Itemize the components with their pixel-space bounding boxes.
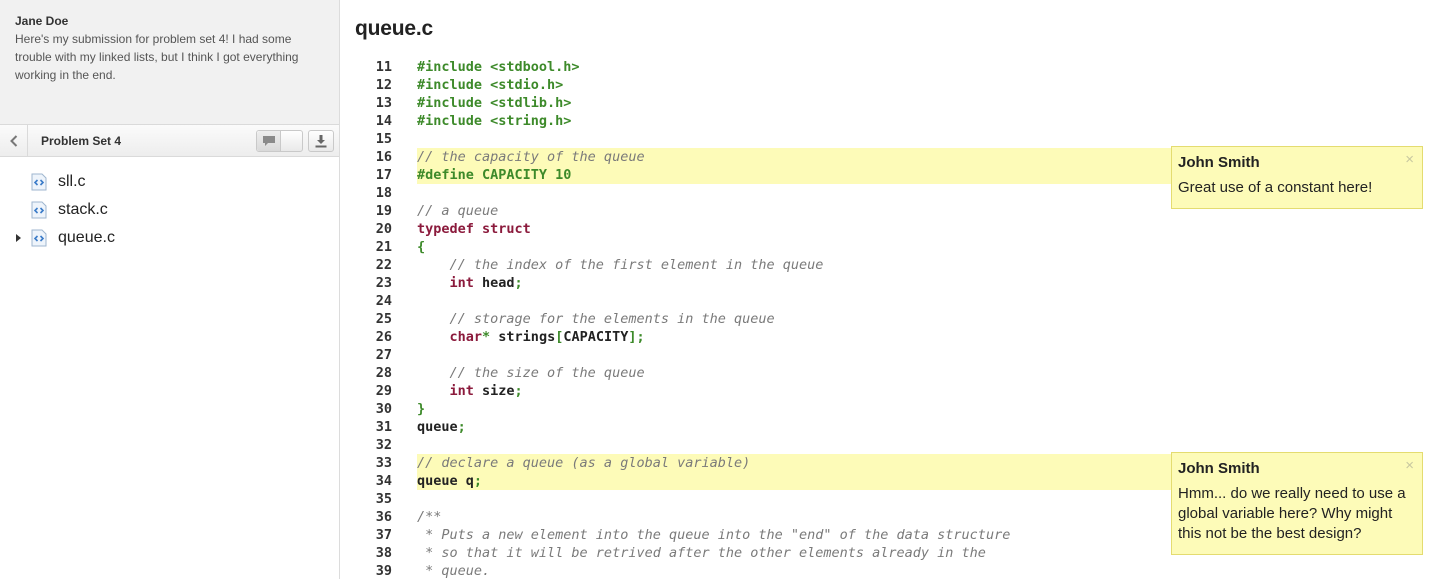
problem-set-toolbar: Problem Set 4: [0, 124, 339, 157]
line-number: 31: [375, 419, 392, 435]
line-number: 26: [375, 329, 392, 345]
code-text: #include <stdio.h>: [417, 77, 564, 93]
code-text: // a queue: [417, 203, 499, 219]
code-text: char* strings[CAPACITY];: [449, 329, 645, 345]
code-text: #define CAPACITY 10: [417, 167, 572, 183]
speech-bubble-icon: [262, 136, 275, 146]
line-number: 17: [375, 167, 392, 183]
close-icon[interactable]: ×: [1405, 457, 1414, 474]
file-name: queue.c: [58, 229, 115, 246]
code-text: int head;: [449, 275, 523, 291]
comment-body: Hmm... do we really need to use a global…: [1178, 485, 1406, 542]
code-text: {: [417, 239, 426, 255]
code-text: // storage for the elements in the queue: [417, 311, 775, 327]
code-text: }: [417, 401, 426, 417]
comments-toggle-button[interactable]: [256, 130, 303, 152]
code-file-icon: [31, 229, 47, 247]
comment-author: John Smith: [1178, 460, 1260, 477]
line-number: 23: [375, 275, 392, 291]
code-text: typedef struct: [417, 221, 531, 237]
line-number: 13: [375, 95, 392, 111]
expand-caret-icon[interactable]: [16, 234, 21, 242]
line-number: 15: [375, 131, 392, 147]
submission-author: Jane Doe: [15, 14, 69, 28]
code-text: // the capacity of the queue: [417, 149, 645, 165]
line-number: 39: [375, 563, 392, 579]
line-number: 19: [375, 203, 392, 219]
line-number: 36: [375, 509, 392, 525]
line-number: 38: [375, 545, 392, 561]
download-button[interactable]: [308, 130, 334, 152]
line-number: 30: [375, 401, 392, 417]
code-text: // the size of the queue: [417, 365, 645, 381]
line-number: 25: [375, 311, 392, 327]
line-number: 32: [375, 437, 392, 453]
code-comment[interactable]: John Smith Hmm... do we really need to u…: [1171, 452, 1423, 555]
code-text: int size;: [449, 383, 523, 399]
line-number: 16: [375, 149, 392, 165]
submission-message: Here's my submission for problem set 4! …: [15, 32, 299, 82]
line-number: 29: [375, 383, 392, 399]
code-file-icon: [31, 173, 47, 191]
code-text: * so that it will be retrived after the …: [417, 545, 986, 561]
close-icon[interactable]: ×: [1405, 151, 1414, 168]
file-name: stack.c: [58, 201, 108, 218]
comment-body: Great use of a constant here!: [1178, 179, 1373, 196]
line-number: 33: [375, 455, 392, 471]
file-title: queue.c: [355, 17, 433, 40]
file-item-stack[interactable]: stack.c: [0, 196, 339, 224]
line-number: 21: [375, 239, 392, 255]
file-list: sll.c stack.c queue.c: [0, 168, 339, 252]
code-text: * queue.: [417, 563, 491, 579]
code-text: #include <string.h>: [417, 113, 572, 129]
submission-message-panel: Jane Doe Here's my submission for proble…: [0, 0, 339, 124]
file-name: sll.c: [58, 173, 86, 190]
code-text: #include <stdbool.h>: [417, 59, 580, 75]
code-text: // declare a queue (as a global variable…: [417, 455, 751, 471]
file-item-queue[interactable]: queue.c: [0, 224, 339, 252]
line-number: 24: [375, 293, 392, 309]
comments-toggle-on[interactable]: [257, 131, 281, 151]
code-text: /**: [417, 509, 442, 525]
line-number: 20: [375, 221, 392, 237]
line-number: 18: [375, 185, 392, 201]
code-text: queue;: [417, 419, 466, 435]
code-text: #include <stdlib.h>: [417, 95, 572, 111]
back-button[interactable]: [0, 125, 28, 156]
line-number: 12: [375, 77, 392, 93]
comment-author: John Smith: [1178, 154, 1260, 171]
line-number: 14: [375, 113, 392, 129]
download-icon: [315, 134, 327, 147]
line-number: 28: [375, 365, 392, 381]
line-number: 22: [375, 257, 392, 273]
line-number: 37: [375, 527, 392, 543]
code-text: // the index of the first element in the…: [417, 257, 824, 273]
problem-set-title: Problem Set 4: [41, 134, 122, 148]
line-number: 27: [375, 347, 392, 363]
code-file-icon: [31, 201, 47, 219]
chevron-left-icon: [9, 134, 17, 147]
code-text: queue q;: [417, 473, 483, 489]
file-item-sll[interactable]: sll.c: [0, 168, 339, 196]
line-number: 35: [375, 491, 392, 507]
line-number: 34: [375, 473, 392, 489]
code-text: * Puts a new element into the queue into…: [417, 527, 1011, 543]
line-number: 11: [375, 59, 392, 75]
code-comment[interactable]: John Smith Great use of a constant here!…: [1171, 146, 1423, 209]
sidebar: Jane Doe Here's my submission for proble…: [0, 0, 340, 579]
